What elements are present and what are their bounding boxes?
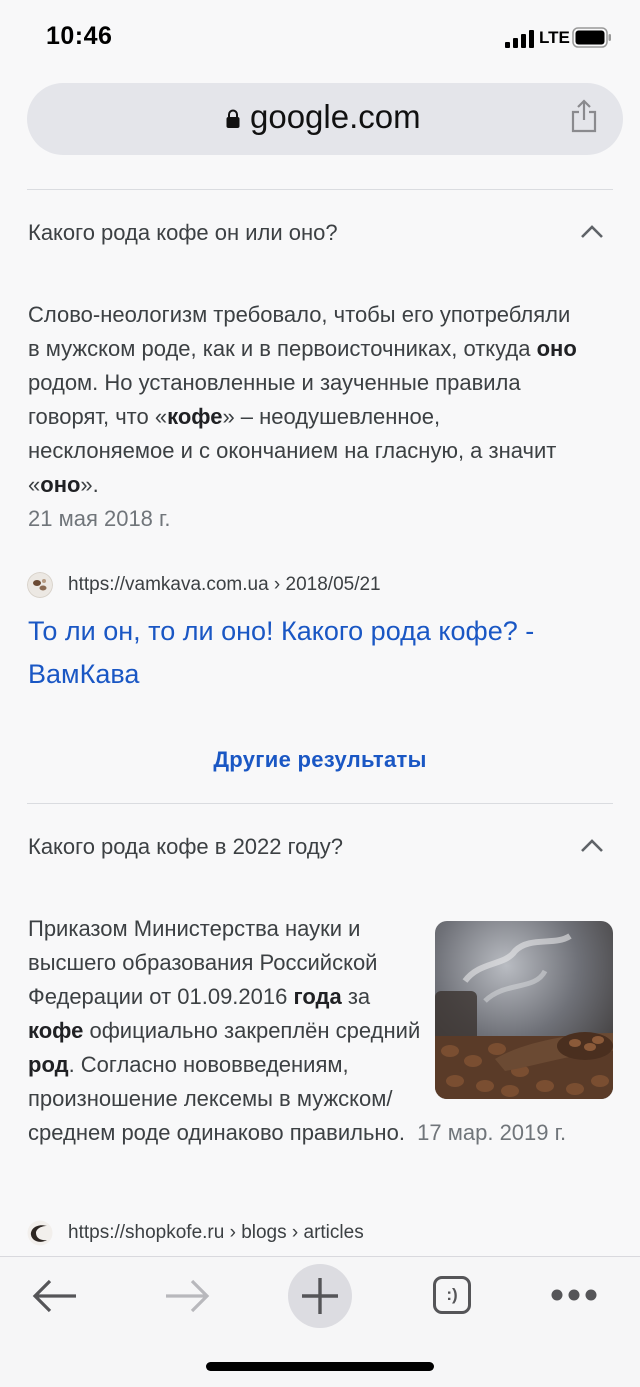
divider [27,803,613,804]
result-link-1[interactable]: То ли он, то ли оно! Какого рода кофе? -… [28,610,588,696]
chevron-up-icon[interactable] [580,225,604,239]
back-arrow-icon[interactable] [32,1278,78,1314]
battery-icon [572,27,611,48]
answer-date: 21 мая 2018 г. [28,506,171,531]
network-type: LTE [539,28,570,47]
more-dots-icon[interactable] [550,1288,598,1302]
share-icon[interactable] [570,98,598,134]
faq-question-2[interactable]: Какого рода кофе в 2022 году? [28,834,343,860]
faq-question-1[interactable]: Какого рода кофе он или оно? [28,220,338,246]
status-time: 10:46 [46,22,113,50]
lock-icon [226,109,240,128]
faq-answer-1: Слово-неологизм требовало, чтобы его упо… [28,302,577,531]
source-url-1[interactable]: https://vamkava.com.ua › 2018/05/21 [68,574,381,596]
vamkava-favicon [27,572,53,598]
cellular-signal-icon [505,30,534,48]
chevron-up-icon[interactable] [580,839,604,853]
coffee-beans-image[interactable] [435,921,613,1099]
source-url-2[interactable]: https://shopkofe.ru › blogs › articles [68,1222,364,1244]
shopkofe-favicon [27,1220,53,1246]
forward-arrow-icon [166,1279,210,1313]
home-indicator [206,1362,434,1371]
more-results-button[interactable]: Другие результаты [0,747,640,773]
new-tab-plus-icon [302,1278,338,1314]
tabs-icon[interactable]: :) [433,1276,471,1314]
new-tab-button[interactable] [288,1264,352,1328]
divider [27,189,613,190]
answer-date: 17 мар. 2019 г. [417,1120,567,1145]
address-domain[interactable]: google.com [250,98,421,136]
status-bar: 10:46 LTE [0,0,640,76]
